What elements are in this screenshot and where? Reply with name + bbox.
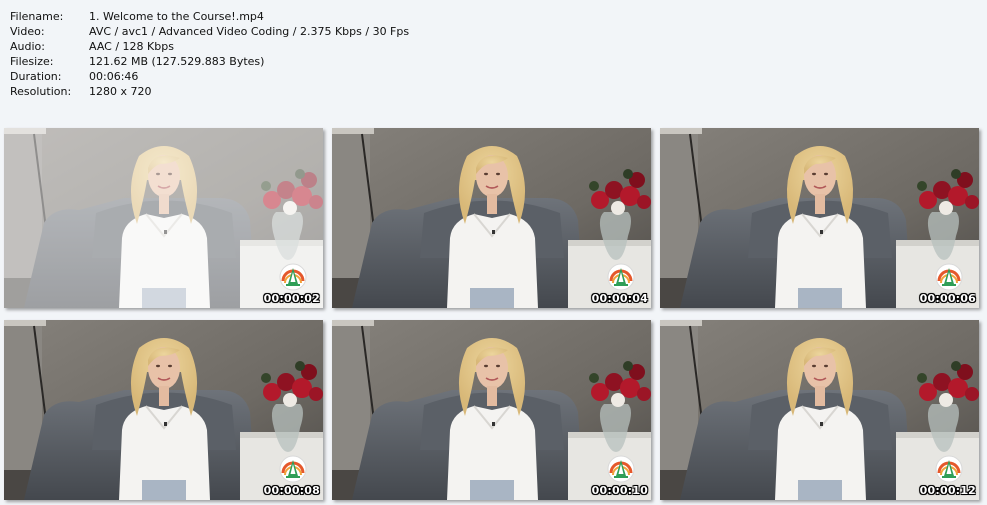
info-row-audio: Audio: AAC / 128 Kbps [10, 39, 409, 54]
media-info-panel: Filename: 1. Welcome to the Course!.mp4 … [10, 9, 409, 99]
info-label: Resolution: [10, 85, 72, 98]
info-label: Duration: [10, 70, 62, 83]
watermark-logo-icon [279, 263, 307, 291]
video-thumbnail[interactable]: 00:00:12 [660, 320, 979, 500]
video-thumbnail[interactable]: 00:00:02 [4, 128, 323, 308]
watermark-logo-icon [279, 455, 307, 483]
info-value: 121.62 MB (127.529.883 Bytes) [89, 55, 265, 68]
thumbnail-timestamp: 00:00:08 [263, 484, 320, 497]
thumbnail-timestamp: 00:00:04 [591, 292, 648, 305]
thumbnail-grid: 00:00:02 00:00:04 00:00:06 00:00:08 00:0… [4, 128, 979, 500]
video-thumbnail[interactable]: 00:00:08 [4, 320, 323, 500]
watermark-logo-icon [607, 263, 635, 291]
thumbnail-timestamp: 00:00:02 [263, 292, 320, 305]
info-value: AAC / 128 Kbps [89, 40, 174, 53]
thumbnail-timestamp: 00:00:10 [591, 484, 648, 497]
info-value: AVC / avc1 / Advanced Video Coding / 2.3… [89, 25, 410, 38]
video-thumbnail[interactable]: 00:00:04 [332, 128, 651, 308]
watermark-logo-icon [607, 455, 635, 483]
info-value: 1. Welcome to the Course!.mp4 [89, 10, 264, 23]
video-thumbnail[interactable]: 00:00:10 [332, 320, 651, 500]
video-thumbnail[interactable]: 00:00:06 [660, 128, 979, 308]
info-row-filename: Filename: 1. Welcome to the Course!.mp4 [10, 9, 409, 24]
info-label: Filename: [10, 10, 64, 23]
info-value: 1280 x 720 [89, 85, 152, 98]
info-row-duration: Duration: 00:06:46 [10, 69, 409, 84]
fade-overlay [4, 128, 323, 308]
info-row-video: Video: AVC / avc1 / Advanced Video Codin… [10, 24, 409, 39]
watermark-logo-icon [935, 263, 963, 291]
info-value: 00:06:46 [89, 70, 139, 83]
info-row-filesize: Filesize: 121.62 MB (127.529.883 Bytes) [10, 54, 409, 69]
thumbnail-timestamp: 00:00:12 [919, 484, 976, 497]
info-label: Audio: [10, 40, 45, 53]
info-row-resolution: Resolution: 1280 x 720 [10, 84, 409, 99]
info-label: Video: [10, 25, 45, 38]
watermark-logo-icon [935, 455, 963, 483]
info-label: Filesize: [10, 55, 54, 68]
thumbnail-timestamp: 00:00:06 [919, 292, 976, 305]
